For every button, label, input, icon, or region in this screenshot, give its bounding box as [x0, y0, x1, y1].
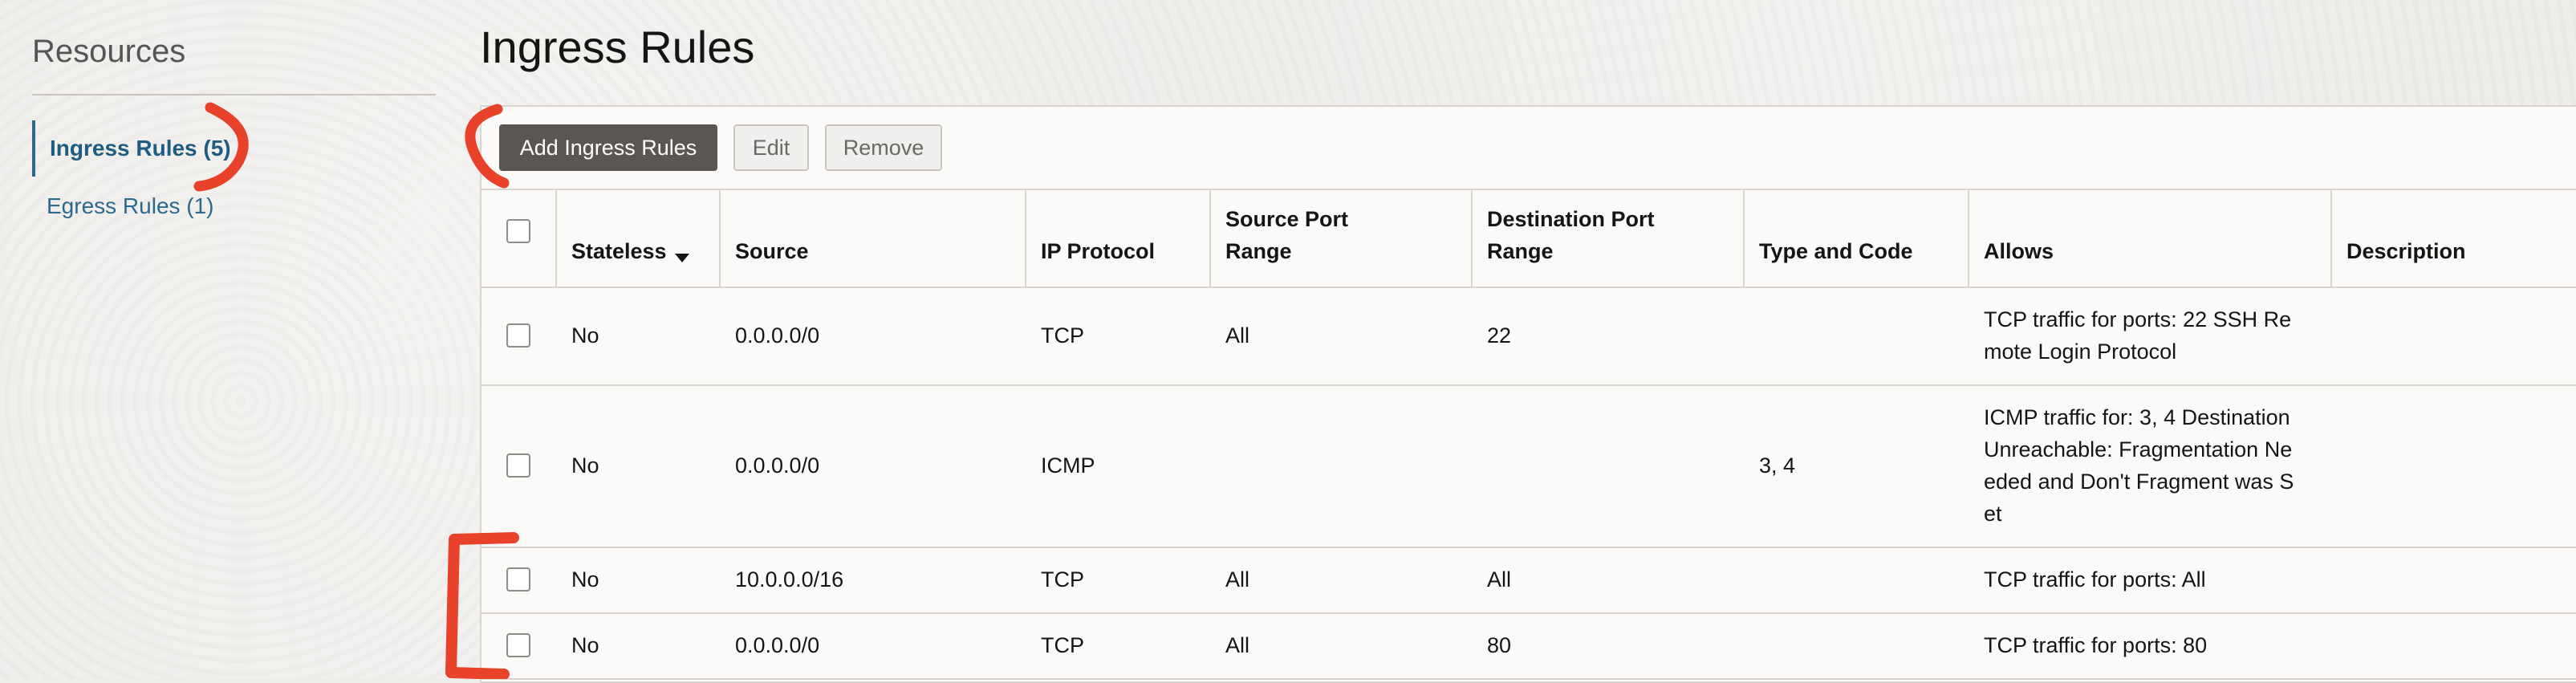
annotation-bracket-sidebar [193, 102, 249, 192]
annotation-overlay [193, 102, 519, 679]
annotation-bracket-add-button [465, 104, 510, 189]
annotation-bracket-rows [445, 532, 519, 679]
